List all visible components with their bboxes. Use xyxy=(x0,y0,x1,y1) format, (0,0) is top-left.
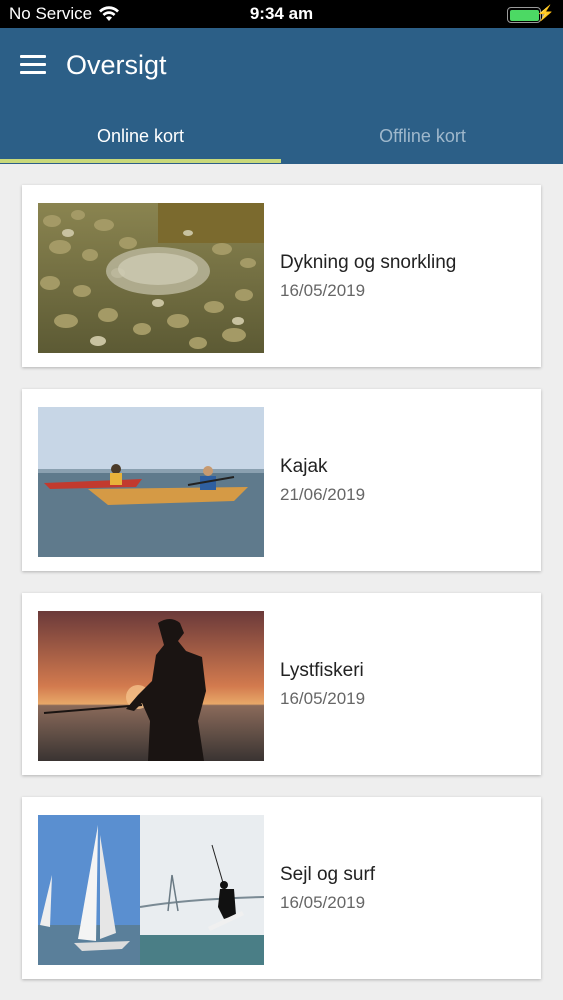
page-title: Oversigt xyxy=(66,50,167,80)
angler-sunset-photo xyxy=(38,611,264,761)
tab-online-maps[interactable]: Online kort xyxy=(0,114,281,164)
hamburger-menu-icon[interactable] xyxy=(20,55,46,75)
app-bar: Oversigt Online kort Offline kort xyxy=(0,28,563,164)
card-list: Dykning og snorkling 16/05/2019 Kajak 21… xyxy=(22,185,541,1000)
card-title: Sejl og surf xyxy=(280,864,376,885)
card-diving[interactable]: Dykning og snorkling 16/05/2019 xyxy=(22,185,541,367)
card-fishing[interactable]: Lystfiskeri 16/05/2019 xyxy=(22,593,541,775)
charging-icon: ⚡ xyxy=(536,5,555,22)
status-bar: No Service 9:34 am ⚡ xyxy=(0,0,563,28)
card-date: 16/05/2019 xyxy=(280,893,366,912)
card-title: Lystfiskeri xyxy=(280,660,364,681)
kayaks-photo xyxy=(38,407,264,557)
clock: 9:34 am xyxy=(249,4,314,23)
card-date: 21/06/2019 xyxy=(280,485,366,504)
card-date: 16/05/2019 xyxy=(280,689,366,708)
active-tab-indicator xyxy=(0,159,281,163)
tab-offline-maps[interactable]: Offline kort xyxy=(282,114,563,164)
card-date: 16/05/2019 xyxy=(280,281,366,300)
card-sail-surf[interactable]: Sejl og surf 16/05/2019 xyxy=(22,797,541,979)
card-kayak[interactable]: Kajak 21/06/2019 xyxy=(22,389,541,571)
stone-seabed-photo xyxy=(38,203,264,353)
sailing-kitesurf-photo xyxy=(38,815,264,965)
card-title: Dykning og snorkling xyxy=(280,252,457,273)
card-title: Kajak xyxy=(280,456,328,477)
